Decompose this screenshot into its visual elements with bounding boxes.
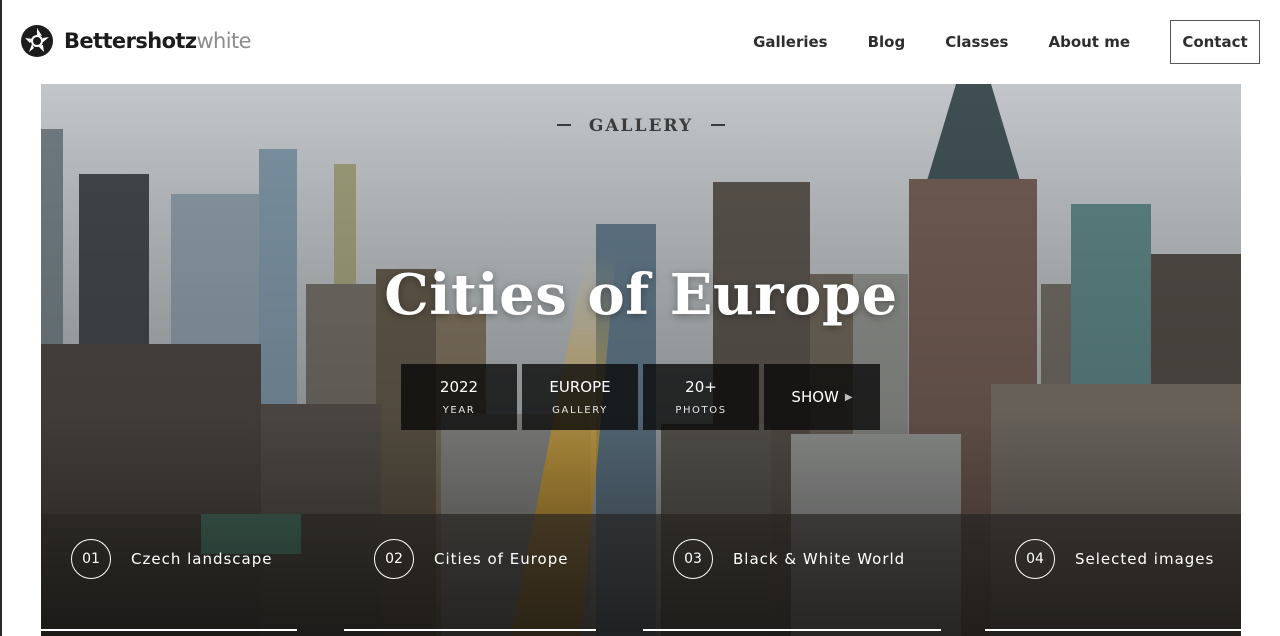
tab-underline-01 [41, 629, 297, 631]
gallery-tab-02[interactable]: 02 Cities of Europe [374, 539, 568, 579]
gallery-tab-01[interactable]: 01 Czech landscape [71, 539, 273, 579]
window-edge [0, 0, 2, 636]
site-header: Bettershotzwhite Galleries Blog Classes … [0, 0, 1280, 84]
main-nav: Galleries Blog Classes About me Contact [753, 20, 1260, 64]
hero-section: GALLERY Cities of Europe 2022 YEAR EUROP… [41, 84, 1241, 636]
tab-underline-04 [985, 629, 1241, 631]
tab-number: 04 [1015, 539, 1055, 579]
tab-number: 01 [71, 539, 111, 579]
tab-underline-02 [344, 629, 596, 631]
brand-name: Bettershotzwhite [64, 29, 252, 53]
contact-button[interactable]: Contact [1170, 20, 1260, 64]
tab-label: Cities of Europe [434, 550, 569, 568]
tab-underline-03 [643, 629, 941, 631]
nav-blog[interactable]: Blog [868, 20, 906, 64]
tab-number: 03 [673, 539, 713, 579]
brand-name-light: white [196, 29, 251, 53]
tab-label: Selected images [1075, 550, 1215, 568]
brand-logo[interactable]: Bettershotzwhite [20, 24, 252, 58]
nav-classes[interactable]: Classes [945, 20, 1008, 64]
tab-label: Black & White World [733, 550, 906, 568]
gallery-tab-03[interactable]: 03 Black & White World [673, 539, 905, 579]
aperture-icon [21, 25, 53, 57]
nav-about-me[interactable]: About me [1048, 20, 1130, 64]
brand-name-bold: Bettershotz [64, 29, 197, 53]
nav-galleries[interactable]: Galleries [753, 20, 828, 64]
tab-label: Czech landscape [131, 550, 273, 568]
tab-number: 02 [374, 539, 414, 579]
gallery-tab-04[interactable]: 04 Selected images [1015, 539, 1214, 579]
gallery-tabs: 01 Czech landscape 02 Cities of Europe 0… [41, 84, 1241, 636]
